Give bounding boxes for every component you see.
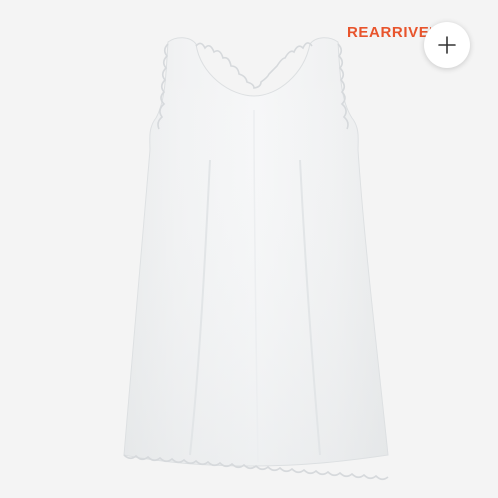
rearrived-badge: REARRIVED bbox=[347, 24, 431, 41]
product-image[interactable] bbox=[0, 0, 498, 498]
plus-icon bbox=[438, 36, 456, 54]
product-card[interactable]: REARRIVED bbox=[0, 0, 498, 498]
add-to-cart-button[interactable] bbox=[424, 22, 470, 68]
